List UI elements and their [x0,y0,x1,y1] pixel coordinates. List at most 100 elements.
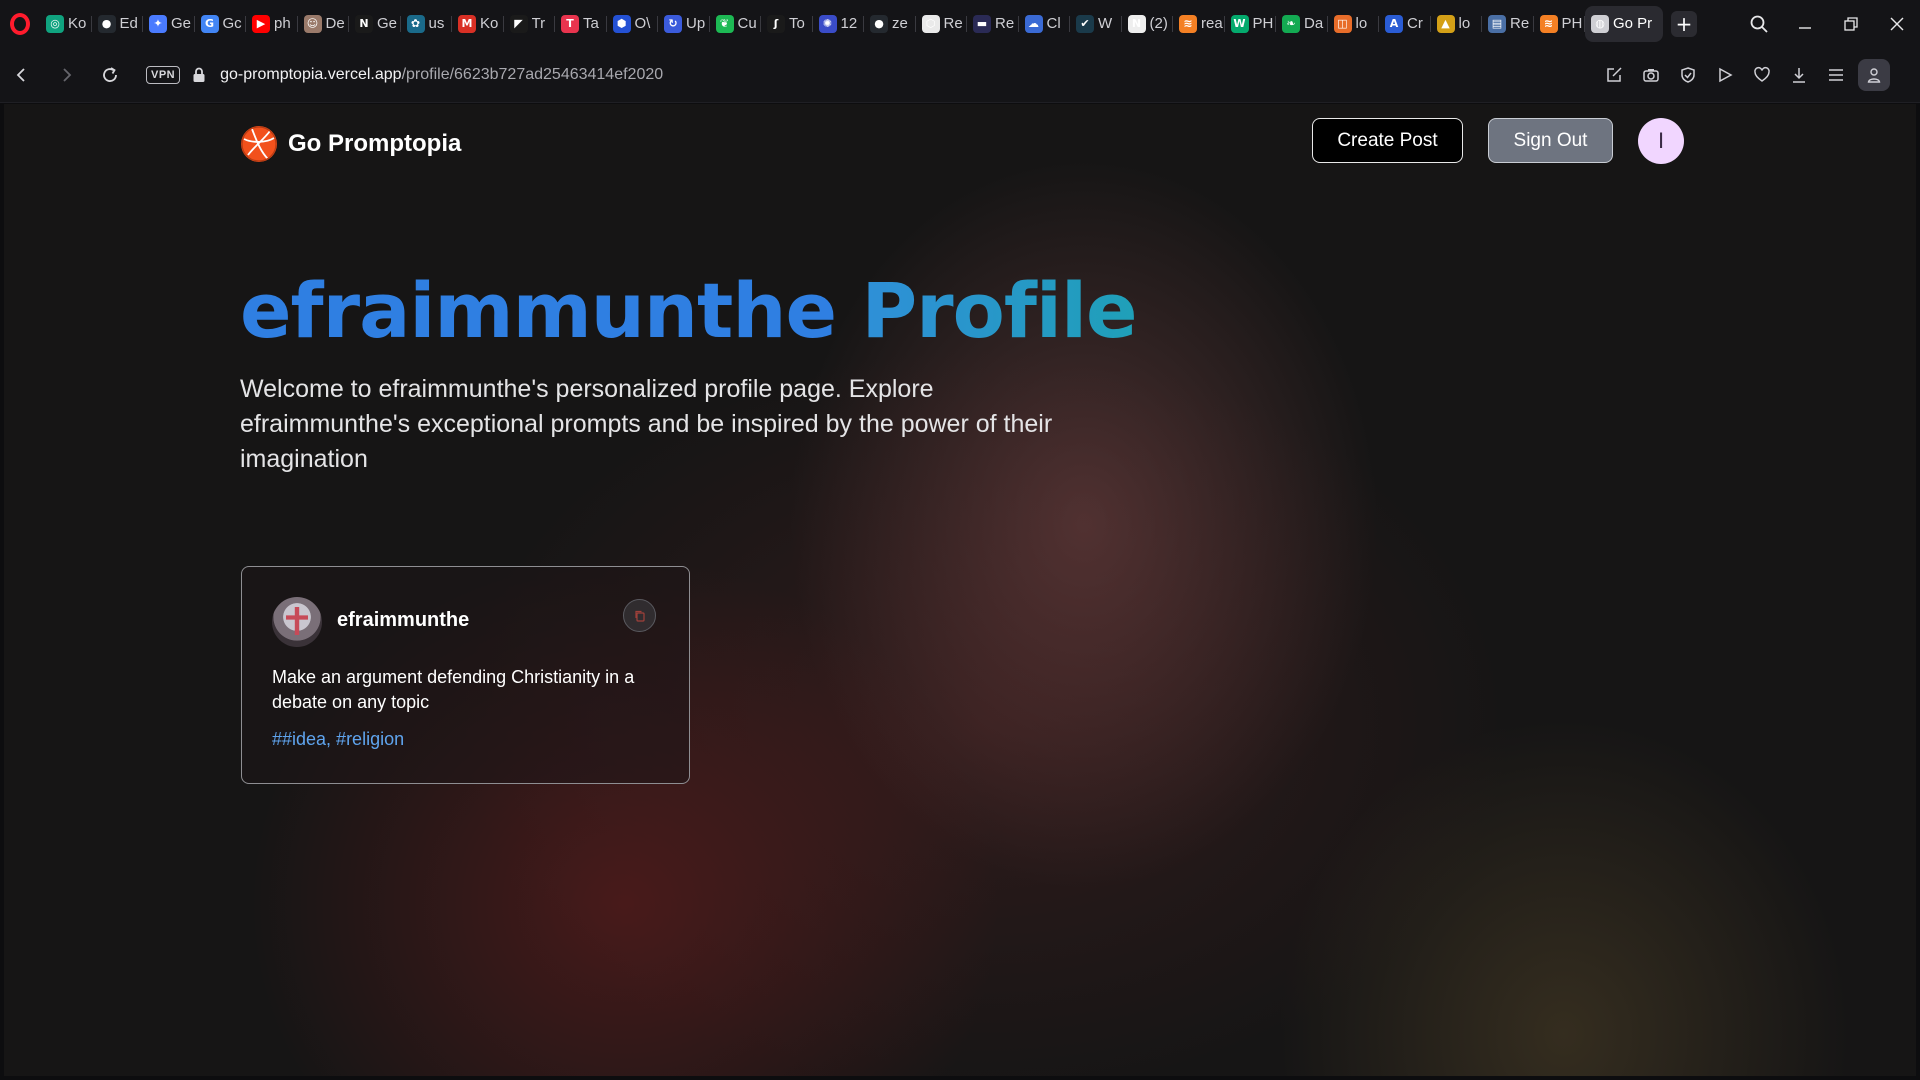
leaf-app-icon: ❦ [715,14,734,33]
new-tab-button[interactable]: + [1671,10,1697,37]
minimize-icon[interactable] [1782,0,1828,47]
browser-tab[interactable]: ≋ PH [1534,6,1586,42]
person-avatar-icon: ☺ [303,14,322,33]
book-app-icon: ▤ [1488,14,1506,33]
tab-title: Da [1304,15,1324,32]
browser-tab[interactable]: ▤ Re [1482,6,1534,42]
browser-tab[interactable]: T Ta [555,6,607,42]
browser-tab[interactable]: ☁ Cl [1019,6,1071,42]
openai-icon: ✿ [406,14,425,33]
browser-tab[interactable]: ≋ rea [1173,6,1225,42]
lock-icon[interactable] [192,67,206,83]
dark-app-icon: ▬ [973,14,991,33]
card-username[interactable]: efraimmunthe [337,609,469,632]
browser-tab[interactable]: ◤ Tr [504,6,556,42]
camera-icon[interactable] [1632,57,1669,94]
site-navbar: Go Promptopia Create Post Sign Out I [240,118,1684,168]
tab-title: Ge [171,15,192,32]
easy-setup-menu-icon[interactable] [1817,57,1854,94]
tab-list: ◎ Ko ● Ed ✦ Ge G Gc ▶ ph ☺ De N Ge ✿ us M Ko ◤ Tr T Ta ⬢ O\ ↻ Up ❦… [40,0,1663,47]
restore-icon[interactable] [1828,0,1874,47]
t-app-icon: T [561,14,579,33]
page-viewport: Go Promptopia Create Post Sign Out I efr… [4,104,1916,1076]
tab-title: Re [1510,15,1530,32]
browser-tab[interactable]: ✿ us [401,6,453,42]
tab-title: Up [686,15,706,32]
browser-tab[interactable]: ● ze [864,6,916,42]
profile-description: Welcome to efraimmunthe's personalized p… [240,375,1053,473]
html-app-icon: ◫ [1333,14,1352,33]
browser-tab[interactable]: G Gc [195,6,247,42]
prompt-tags[interactable]: ##idea, #religion [272,729,404,750]
tab-title: Gc [222,15,242,32]
tab-title: W [1098,15,1113,32]
forward-button[interactable] [44,53,88,97]
tab-title: To [789,15,805,32]
browser-tab[interactable]: N Ge [349,6,401,42]
download-icon[interactable] [1780,57,1817,94]
browser-tab[interactable]: ▲ lo [1431,6,1483,42]
prompt-card: efraimmunthe Make an argument defending … [241,566,690,784]
user-avatar-image[interactable] [272,597,322,647]
tab-title: Ko [480,15,499,32]
vpn-badge[interactable]: VPN [146,65,181,84]
stack-app-icon: ≋ [1539,14,1558,33]
share-edit-icon[interactable] [1595,57,1632,94]
opera-logo-icon[interactable] [0,0,40,47]
reload-button[interactable] [88,53,132,97]
browser-tab[interactable]: ↻ Up [658,6,710,42]
api-app-icon: A [1385,14,1403,33]
profile-suffix-text: Profile [861,266,1137,355]
prompt-text: Make an argument defending Christianity … [272,667,635,712]
tab-title: lo [1355,15,1368,32]
shield-icon[interactable] [1669,57,1706,94]
copy-icon [634,610,645,622]
github-icon: ● [97,14,116,33]
refresh-app-icon: ↻ [664,14,682,33]
browser-tab[interactable]: ⬢ O\ [607,6,659,42]
browser-tab[interactable]: ❧ Da [1276,6,1328,42]
browser-tab[interactable]: M Ko [452,6,504,42]
check-app-icon: ✔ [1076,14,1094,33]
profile-icon[interactable] [1858,59,1890,91]
browser-tab[interactable]: A Cr [1379,6,1431,42]
browser-tab-active[interactable]: ◍ Go Pr [1585,5,1663,42]
browser-tab[interactable]: W PH [1225,6,1277,42]
browser-tab[interactable]: ▶ ph [246,6,298,42]
browser-tab[interactable]: ☺ De [298,6,350,42]
back-button[interactable] [0,53,44,97]
heart-icon[interactable] [1743,57,1780,94]
tab-title: Ta [583,15,599,32]
url-field[interactable]: go-promptopia.vercel.app/profile/6623b72… [220,66,663,84]
tab-title: PH [1561,15,1583,32]
browser-tab[interactable]: ● Ed [92,6,144,42]
browser-tab[interactable]: ⬡ Re [916,6,968,42]
browser-tab[interactable]: ✔ W [1070,6,1122,42]
stack-app-icon: ≋ [1179,14,1197,33]
tab-title: Cl [1046,15,1061,32]
create-post-button[interactable]: Create Post [1312,118,1463,163]
user-avatar[interactable]: I [1638,118,1684,164]
browser-tab[interactable]: ✺ 12 [813,6,865,42]
tab-search-icon[interactable] [1736,0,1782,47]
browser-tab[interactable]: ✦ Ge [143,6,195,42]
browser-tab-bar: ◎ Ko ● Ed ✦ Ge G Gc ▶ ph ☺ De N Ge ✿ us M Ko ◤ Tr T Ta ⬢ O\ ↻ Up ❦… [0,0,1920,47]
browser-tab[interactable]: ʃ To [761,6,813,42]
sign-out-button[interactable]: Sign Out [1488,118,1613,163]
address-bar: VPN go-promptopia.vercel.app/profile/662… [0,47,1920,139]
browser-tab[interactable]: N (2) [1122,6,1174,42]
browser-tab[interactable]: ◫ lo [1328,6,1380,42]
send-icon[interactable] [1706,57,1743,94]
browser-tab[interactable]: ❦ Cu [710,6,762,42]
close-icon[interactable] [1874,0,1920,47]
tab-title: Go Pr [1613,15,1653,32]
shield-app-icon: ⬢ [612,14,631,33]
brand-link[interactable]: Go Promptopia [240,125,461,163]
url-domain: go-promptopia.vercel.app [220,65,402,83]
tab-title: lo [1458,15,1471,32]
browser-tab[interactable]: ◎ Ko [40,6,92,42]
copy-button[interactable] [623,599,656,632]
browser-tab[interactable]: ▬ Re [967,6,1019,42]
google-translate-icon: G [200,14,219,33]
chatgpt-icon: ◎ [46,14,64,33]
